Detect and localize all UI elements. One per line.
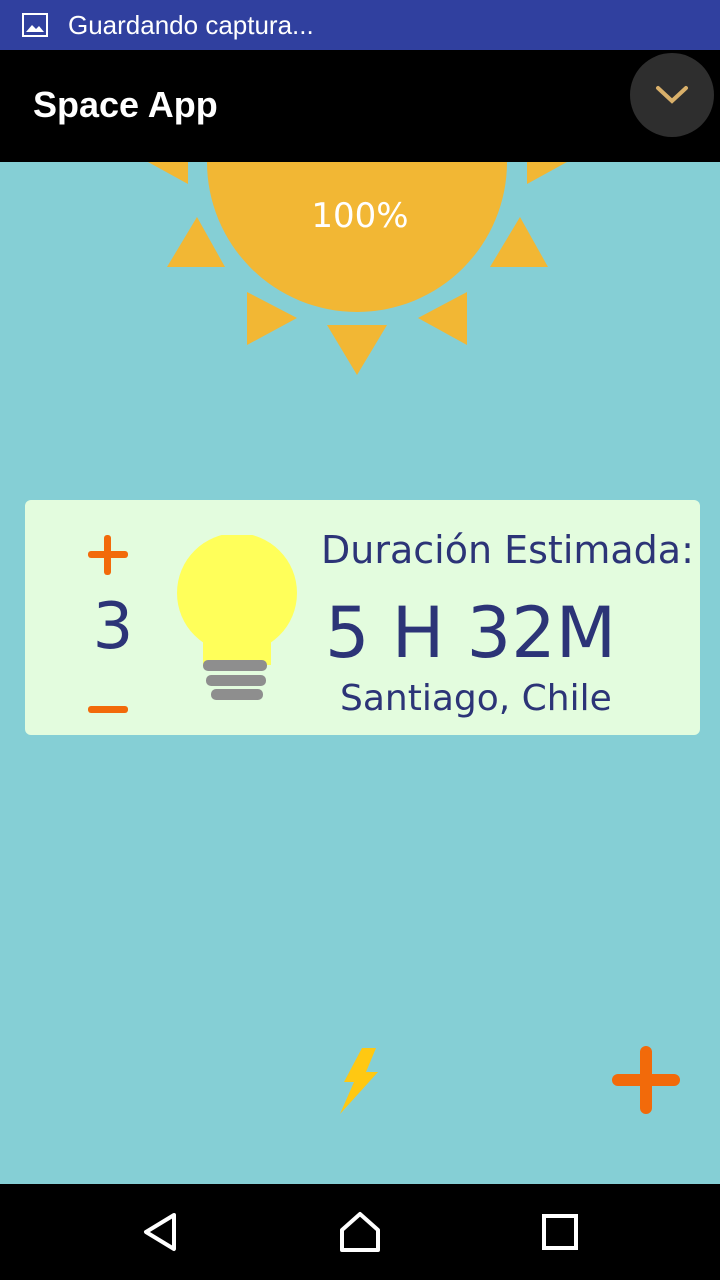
duration-label: Duración Estimada: — [321, 528, 694, 572]
lightning-bolt-icon[interactable] — [336, 1046, 384, 1116]
image-icon — [22, 13, 48, 37]
app-title: Space App — [33, 84, 218, 125]
status-bar: Guardando captura... — [0, 0, 720, 50]
chevron-down-icon — [656, 86, 688, 104]
lightbulb-icon — [177, 535, 297, 700]
decrease-button[interactable] — [88, 706, 128, 713]
duration-value: 5 H 32M — [325, 592, 617, 674]
charge-percent: 100% — [311, 196, 409, 236]
home-button[interactable] — [332, 1204, 388, 1260]
collapse-button[interactable] — [630, 53, 714, 137]
app-bar: Space App — [0, 50, 720, 162]
increase-button[interactable] — [88, 535, 128, 575]
recents-button[interactable] — [532, 1204, 588, 1260]
back-button[interactable] — [132, 1204, 188, 1260]
device-count: 3 — [92, 590, 134, 664]
back-icon — [144, 1213, 176, 1251]
recents-icon — [542, 1214, 578, 1250]
home-icon — [340, 1212, 380, 1252]
status-text: Guardando captura... — [68, 9, 314, 40]
navigation-bar — [0, 1184, 720, 1280]
duration-card: 3 Duración Estimada: 5 H 32M Santiago, C… — [25, 500, 700, 735]
location-label: Santiago, Chile — [340, 678, 612, 719]
add-button[interactable] — [610, 1046, 682, 1114]
